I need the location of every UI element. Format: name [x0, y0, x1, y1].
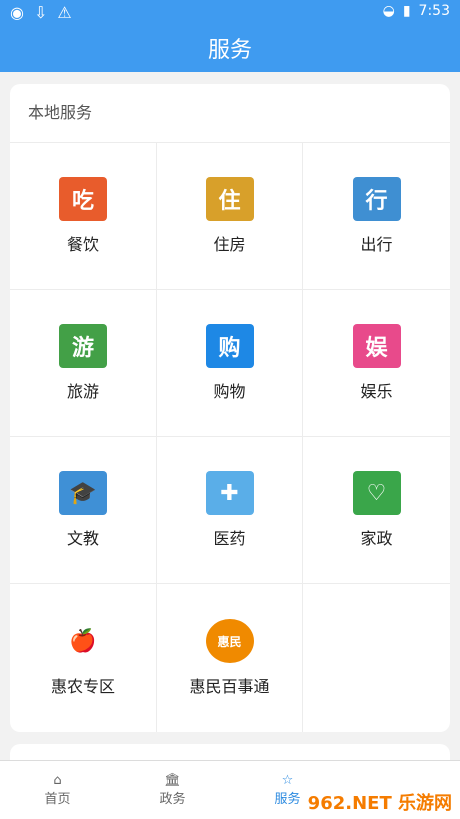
huimin-icon: 惠民 [205, 619, 254, 663]
status-bar: ◉ ⇩ ⚠ ◒ ▮ 7:53 [0, 0, 460, 24]
camera-icon: ◉ [10, 3, 24, 22]
service-label: 娱乐 [360, 382, 393, 401]
wifi-icon: ◒ [382, 3, 395, 19]
app-bar: 服务 [0, 24, 460, 72]
service-item[interactable]: 吃餐饮 [10, 143, 157, 290]
tab-home[interactable]: ⌂ 首页 [0, 761, 115, 819]
service-item[interactable]: 购购物 [157, 290, 303, 437]
entertainment-icon: 娱 [352, 324, 401, 368]
medicine-icon: ✚ [205, 471, 254, 515]
service-item[interactable]: 住住房 [157, 143, 303, 290]
service-item[interactable]: 🎓 文教 [10, 437, 157, 584]
service-label: 购物 [213, 382, 246, 401]
education-icon: 🎓 [59, 471, 107, 515]
service-label: 出行 [360, 235, 393, 254]
house-icon: 住 [205, 177, 254, 221]
tab-label: 服务 [274, 792, 301, 807]
service-item[interactable]: 行出行 [303, 143, 450, 290]
service-label: 旅游 [66, 382, 99, 401]
tab-government[interactable]: 🏛 政务 [115, 761, 230, 819]
service-grid: 吃餐饮 住住房 行出行 游旅游 购购物 娱娱乐 🎓 文教 ✚ 医药 ♡ 家政 🍎 惠农专… [10, 143, 450, 732]
service-label: 惠民百事通 [189, 677, 270, 696]
service-label: 餐饮 [66, 235, 99, 254]
service-item[interactable]: 娱娱乐 [303, 290, 450, 437]
service-item[interactable]: 游旅游 [10, 290, 157, 437]
service-star-icon: ☆ [281, 773, 294, 788]
government-icon: 🏛 [164, 773, 181, 788]
watermark: 962.NET 乐游网 [307, 793, 452, 814]
page-title: 服务 [207, 38, 252, 63]
service-item[interactable]: 惠民 惠民百事通 [157, 584, 303, 732]
battery-icon: ▮ [402, 3, 411, 19]
tab-label: 政务 [159, 792, 186, 807]
home-icon: ⌂ [53, 773, 62, 788]
service-label: 住房 [213, 235, 246, 254]
service-item[interactable]: 🍎 惠农专区 [10, 584, 157, 732]
service-label: 文教 [66, 529, 99, 548]
agriculture-icon: 🍎 [59, 619, 107, 663]
bottom-navigation: ⌂ 首页 🏛 政务 ☆ 服务 962.NET 乐游网 [0, 760, 460, 819]
warning-icon: ⚠ [57, 3, 72, 22]
travel-icon: 行 [352, 177, 401, 221]
empty-cell [303, 584, 450, 732]
service-label: 医药 [213, 529, 246, 548]
tourism-icon: 游 [59, 324, 107, 368]
service-label: 惠农专区 [50, 677, 115, 696]
shopping-icon: 购 [205, 324, 254, 368]
download-icon: ⇩ [33, 3, 48, 22]
section-title: 本地服务 [10, 84, 450, 143]
status-time: 7:53 [418, 3, 450, 19]
housekeeping-icon: ♡ [352, 471, 401, 515]
local-services-card: 本地服务 吃餐饮 住住房 行出行 游旅游 购购物 娱娱乐 🎓 文教 ✚ 医药 ♡ 家政… [10, 84, 450, 732]
service-item[interactable]: ♡ 家政 [303, 437, 450, 584]
food-icon: 吃 [59, 177, 107, 221]
service-item[interactable]: ✚ 医药 [157, 437, 303, 584]
service-label: 家政 [360, 529, 393, 548]
tab-label: 首页 [44, 792, 71, 807]
